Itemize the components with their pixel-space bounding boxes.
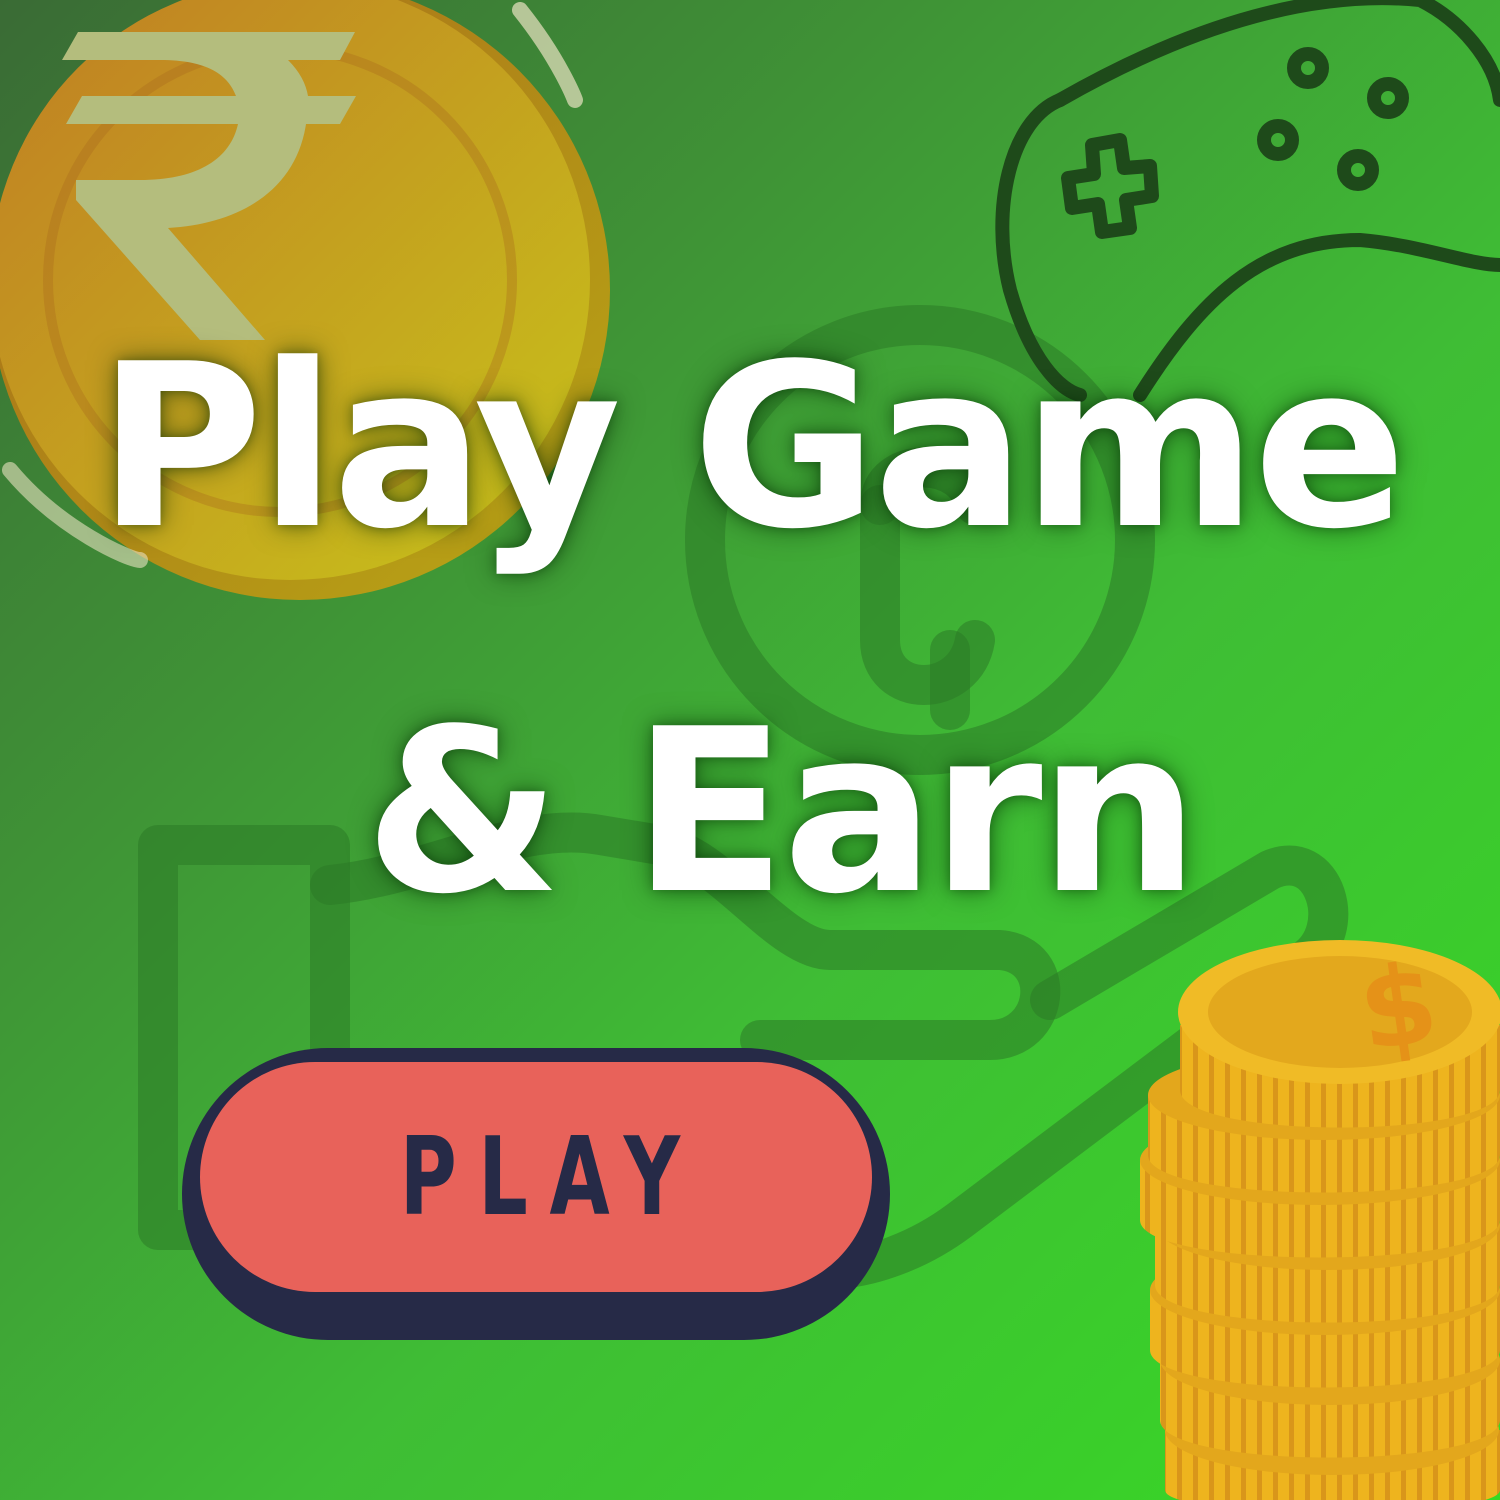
play-button-face[interactable]: PLAY (200, 1062, 872, 1292)
headline-line-1: Play Game (97, 316, 1406, 579)
game-banner: $ Play Game & Earn PLAY (0, 0, 1500, 1500)
play-button[interactable]: PLAY (182, 1048, 890, 1340)
headline-line-2: & Earn (364, 681, 1199, 944)
play-button-label: PLAY (400, 1114, 702, 1240)
